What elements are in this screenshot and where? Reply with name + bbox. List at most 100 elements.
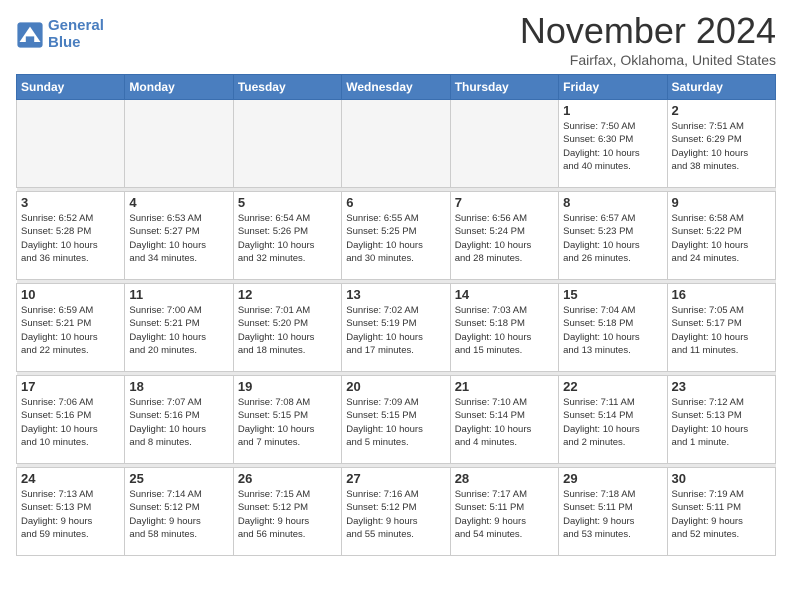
calendar-header: Sunday Monday Tuesday Wednesday Thursday…	[17, 75, 776, 100]
day-info: Sunrise: 7:18 AM Sunset: 5:11 PM Dayligh…	[563, 488, 662, 541]
day-number: 14	[455, 287, 554, 302]
day-cell: 21 Sunrise: 7:10 AM Sunset: 5:14 PM Dayli…	[450, 376, 558, 464]
day-info: Sunrise: 6:52 AM Sunset: 5:28 PM Dayligh…	[21, 212, 120, 265]
day-cell: 5Sunrise: 6:54 AM Sunset: 5:26 PM Daylig…	[233, 192, 341, 280]
day-cell: 30Sunrise: 7:19 AM Sunset: 5:11 PM Dayli…	[667, 468, 775, 556]
day-info: Sunrise: 7:10 AM Sunset: 5:14 PM Dayligh…	[455, 396, 554, 449]
day-info: Sunrise: 7:07 AM Sunset: 5:16 PM Dayligh…	[129, 396, 228, 449]
day-cell: 18 Sunrise: 7:07 AM Sunset: 5:16 PM Dayli…	[125, 376, 233, 464]
day-number: 5	[238, 195, 337, 210]
day-number: 2	[672, 103, 771, 118]
day-cell: 11 Sunrise: 7:00 AM Sunset: 5:21 PM Dayli…	[125, 284, 233, 372]
title-area: November 2024 Fairfax, Oklahoma, United …	[520, 10, 776, 68]
day-cell: 28 Sunrise: 7:17 AM Sunset: 5:11 PM Dayli…	[450, 468, 558, 556]
day-number: 30	[672, 471, 771, 486]
location: Fairfax, Oklahoma, United States	[520, 52, 776, 68]
day-number: 10	[21, 287, 120, 302]
day-number: 24	[21, 471, 120, 486]
logo-icon	[16, 21, 44, 49]
header-monday: Monday	[125, 75, 233, 100]
day-info: Sunrise: 7:01 AM Sunset: 5:20 PM Dayligh…	[238, 304, 337, 357]
day-cell: 2 Sunrise: 7:51 AM Sunset: 6:29 PM Daylig…	[667, 100, 775, 188]
day-number: 16	[672, 287, 771, 302]
day-info: Sunrise: 7:15 AM Sunset: 5:12 PM Dayligh…	[238, 488, 337, 541]
calendar-table: Sunday Monday Tuesday Wednesday Thursday…	[16, 74, 776, 556]
day-number: 1	[563, 103, 662, 118]
day-cell: 14 Sunrise: 7:03 AM Sunset: 5:18 PM Dayli…	[450, 284, 558, 372]
day-cell	[233, 100, 341, 188]
day-info: Sunrise: 7:16 AM Sunset: 5:12 PM Dayligh…	[346, 488, 445, 541]
day-info: Sunrise: 7:06 AM Sunset: 5:16 PM Dayligh…	[21, 396, 120, 449]
day-info: Sunrise: 7:03 AM Sunset: 5:18 PM Dayligh…	[455, 304, 554, 357]
day-cell: 1Sunrise: 7:50 AM Sunset: 6:30 PM Daylig…	[559, 100, 667, 188]
day-cell: 10 Sunrise: 6:59 AM Sunset: 5:21 PM Dayli…	[17, 284, 125, 372]
day-info: Sunrise: 6:59 AM Sunset: 5:21 PM Dayligh…	[21, 304, 120, 357]
day-number: 7	[455, 195, 554, 210]
day-cell: 29 Sunrise: 7:18 AM Sunset: 5:11 PM Dayli…	[559, 468, 667, 556]
day-number: 15	[563, 287, 662, 302]
day-cell: 24 Sunrise: 7:13 AM Sunset: 5:13 PM Dayli…	[17, 468, 125, 556]
day-cell: 13Sunrise: 7:02 AM Sunset: 5:19 PM Dayli…	[342, 284, 450, 372]
logo-blue: Blue	[48, 34, 81, 51]
day-number: 21	[455, 379, 554, 394]
day-number: 17	[21, 379, 120, 394]
day-cell: 4 Sunrise: 6:53 AM Sunset: 5:27 PM Daylig…	[125, 192, 233, 280]
day-number: 23	[672, 379, 771, 394]
day-cell: 16Sunrise: 7:05 AM Sunset: 5:17 PM Dayli…	[667, 284, 775, 372]
day-info: Sunrise: 7:08 AM Sunset: 5:15 PM Dayligh…	[238, 396, 337, 449]
day-info: Sunrise: 6:58 AM Sunset: 5:22 PM Dayligh…	[672, 212, 771, 265]
day-info: Sunrise: 7:14 AM Sunset: 5:12 PM Dayligh…	[129, 488, 228, 541]
day-cell: 20 Sunrise: 7:09 AM Sunset: 5:15 PM Dayli…	[342, 376, 450, 464]
day-number: 26	[238, 471, 337, 486]
week-row-2: 3Sunrise: 6:52 AM Sunset: 5:28 PM Daylig…	[17, 192, 776, 280]
day-info: Sunrise: 6:55 AM Sunset: 5:25 PM Dayligh…	[346, 212, 445, 265]
day-number: 8	[563, 195, 662, 210]
day-info: Sunrise: 7:09 AM Sunset: 5:15 PM Dayligh…	[346, 396, 445, 449]
page: General Blue November 2024 Fairfax, Okla…	[0, 0, 792, 572]
day-cell: 27 Sunrise: 7:16 AM Sunset: 5:12 PM Dayli…	[342, 468, 450, 556]
day-number: 29	[563, 471, 662, 486]
day-info: Sunrise: 7:51 AM Sunset: 6:29 PM Dayligh…	[672, 120, 771, 173]
day-number: 11	[129, 287, 228, 302]
header-friday: Friday	[559, 75, 667, 100]
day-cell	[125, 100, 233, 188]
week-row-1: 1Sunrise: 7:50 AM Sunset: 6:30 PM Daylig…	[17, 100, 776, 188]
logo-general: General	[48, 17, 104, 34]
day-cell: 23Sunrise: 7:12 AM Sunset: 5:13 PM Dayli…	[667, 376, 775, 464]
day-info: Sunrise: 7:13 AM Sunset: 5:13 PM Dayligh…	[21, 488, 120, 541]
day-number: 9	[672, 195, 771, 210]
day-number: 20	[346, 379, 445, 394]
day-info: Sunrise: 6:53 AM Sunset: 5:27 PM Dayligh…	[129, 212, 228, 265]
day-number: 4	[129, 195, 228, 210]
day-info: Sunrise: 6:56 AM Sunset: 5:24 PM Dayligh…	[455, 212, 554, 265]
day-number: 6	[346, 195, 445, 210]
day-cell	[342, 100, 450, 188]
day-cell: 6 Sunrise: 6:55 AM Sunset: 5:25 PM Daylig…	[342, 192, 450, 280]
week-row-5: 24 Sunrise: 7:13 AM Sunset: 5:13 PM Dayli…	[17, 468, 776, 556]
day-info: Sunrise: 7:17 AM Sunset: 5:11 PM Dayligh…	[455, 488, 554, 541]
logo-text: General Blue	[48, 18, 104, 51]
day-cell	[450, 100, 558, 188]
weekday-row: Sunday Monday Tuesday Wednesday Thursday…	[17, 75, 776, 100]
day-info: Sunrise: 7:02 AM Sunset: 5:19 PM Dayligh…	[346, 304, 445, 357]
day-info: Sunrise: 7:04 AM Sunset: 5:18 PM Dayligh…	[563, 304, 662, 357]
week-row-3: 10 Sunrise: 6:59 AM Sunset: 5:21 PM Dayli…	[17, 284, 776, 372]
day-number: 28	[455, 471, 554, 486]
header-saturday: Saturday	[667, 75, 775, 100]
day-cell: 15 Sunrise: 7:04 AM Sunset: 5:18 PM Dayli…	[559, 284, 667, 372]
day-info: Sunrise: 6:57 AM Sunset: 5:23 PM Dayligh…	[563, 212, 662, 265]
header-thursday: Thursday	[450, 75, 558, 100]
day-cell: 3Sunrise: 6:52 AM Sunset: 5:28 PM Daylig…	[17, 192, 125, 280]
day-cell: 19Sunrise: 7:08 AM Sunset: 5:15 PM Dayli…	[233, 376, 341, 464]
day-cell: 9 Sunrise: 6:58 AM Sunset: 5:22 PM Daylig…	[667, 192, 775, 280]
calendar-body: 1Sunrise: 7:50 AM Sunset: 6:30 PM Daylig…	[17, 100, 776, 556]
day-number: 18	[129, 379, 228, 394]
day-info: Sunrise: 7:00 AM Sunset: 5:21 PM Dayligh…	[129, 304, 228, 357]
day-number: 27	[346, 471, 445, 486]
day-cell: 12Sunrise: 7:01 AM Sunset: 5:20 PM Dayli…	[233, 284, 341, 372]
day-number: 25	[129, 471, 228, 486]
day-cell: 8 Sunrise: 6:57 AM Sunset: 5:23 PM Daylig…	[559, 192, 667, 280]
month-title: November 2024	[520, 10, 776, 52]
week-row-4: 17 Sunrise: 7:06 AM Sunset: 5:16 PM Dayli…	[17, 376, 776, 464]
day-cell	[17, 100, 125, 188]
